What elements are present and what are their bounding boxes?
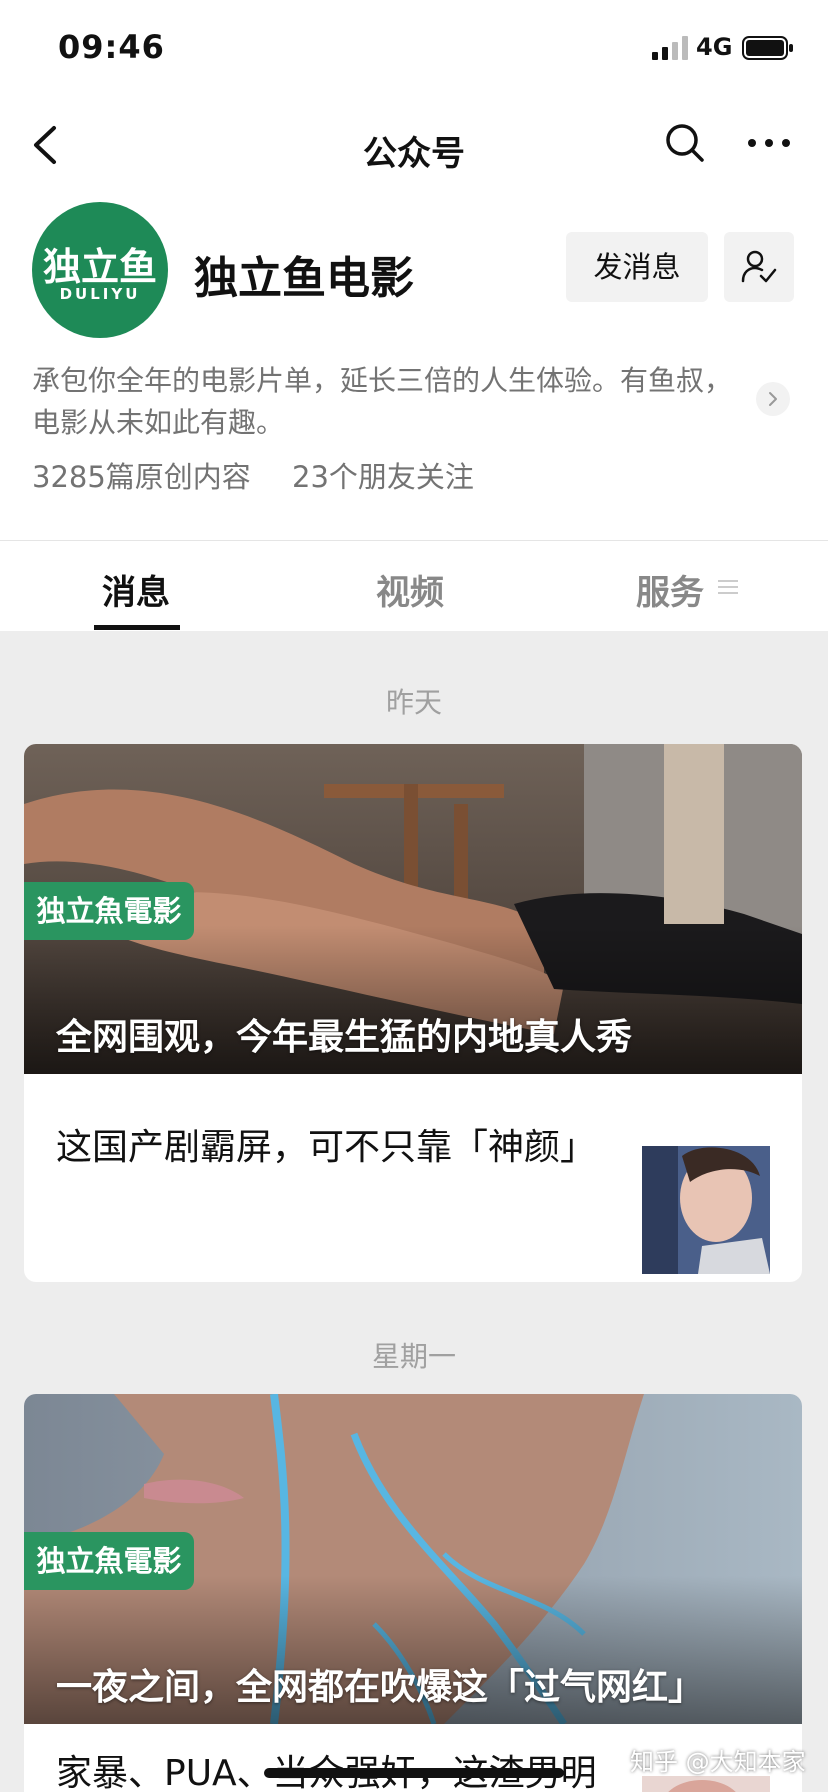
account-profile: 独立鱼 DULIYU 独立鱼电影 发消息 承包你全年的电影片单，延长三倍的人生体… [0, 196, 828, 541]
bio-expand-button[interactable] [756, 382, 790, 416]
account-name: 独立鱼电影 [194, 253, 414, 304]
cover-title: 一夜之间，全网都在吹爆这「过气网红」 [56, 1667, 705, 1708]
user-check-icon [741, 250, 777, 283]
more-icon[interactable] [744, 126, 794, 160]
tab-videos[interactable]: 视频 [376, 565, 444, 614]
article-thumbnail[interactable] [642, 1776, 770, 1792]
signal-icon [652, 36, 688, 60]
article-thumbnail[interactable] [642, 1146, 770, 1274]
avatar-logo-subtext: DULIYU [59, 285, 141, 303]
article-card: 独立魚電影 一夜之间，全网都在吹爆这「过气网红」 家暴、PUA、当众强奸，这渣男… [24, 1394, 802, 1792]
follow-button[interactable] [724, 232, 794, 302]
tab-services[interactable]: 服务 [636, 565, 704, 614]
send-message-button[interactable]: 发消息 [566, 232, 708, 302]
account-bio: 承包你全年的电影片单，延长三倍的人生体验。有鱼叔，电影从未如此有趣。 [32, 364, 733, 439]
status-time: 09:46 [58, 28, 165, 66]
menu-icon [718, 580, 738, 594]
status-bar: 09:46 4G [0, 0, 828, 96]
tab-bar: 消息 视频 服务 [0, 541, 828, 631]
article-cover[interactable]: 独立魚電影 一夜之间，全网都在吹爆这「过气网红」 [24, 1394, 802, 1724]
date-label: 星期一 [371, 1340, 456, 1373]
thumbnail-image [642, 1776, 770, 1792]
brand-tag: 独立魚電影 [24, 882, 194, 940]
watermark: 知乎 @大知本家 [630, 1748, 806, 1776]
active-tab-indicator [94, 625, 180, 630]
tab-messages[interactable]: 消息 [102, 565, 170, 614]
article-cover[interactable]: 独立魚電影 全网围观，今年最生猛的内地真人秀 [24, 744, 802, 1074]
nav-bar: 公众号 [0, 96, 828, 196]
account-stats: 3285篇原创内容 23个朋友关注 [32, 454, 506, 496]
battery-icon [742, 36, 793, 60]
message-feed: 昨天 独立魚電影 全网围观，今年最生猛的内地真人秀 这国产剧霸屏，可不只靠「神颜… [0, 631, 828, 1792]
brand-tag: 独立魚電影 [24, 1532, 194, 1590]
network-type: 4G [696, 33, 733, 61]
thumbnail-image [642, 1146, 770, 1274]
avatar-logo-text: 独立鱼 [42, 244, 157, 289]
original-count: 3285篇原创内容 [32, 460, 251, 494]
avatar[interactable]: 独立鱼 DULIYU [32, 202, 168, 338]
search-icon[interactable] [662, 118, 708, 168]
date-label: 昨天 [385, 686, 442, 719]
chevron-right-icon [769, 392, 777, 406]
article-title[interactable]: 这国产剧霸屏，可不只靠「神颜」 [56, 1120, 596, 1176]
cover-title: 全网围观，今年最生猛的内地真人秀 [56, 1017, 633, 1058]
article-card: 独立魚電影 全网围观，今年最生猛的内地真人秀 这国产剧霸屏，可不只靠「神颜」 [24, 744, 802, 1282]
friends-following[interactable]: 23个朋友关注 [292, 460, 474, 494]
home-indicator[interactable] [264, 1768, 564, 1778]
